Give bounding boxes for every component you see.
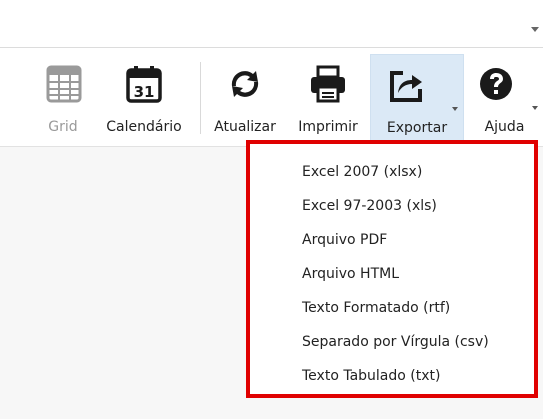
print-button[interactable]: Imprimir [288,54,368,142]
menu-item-txt[interactable]: Texto Tabulado (txt) [250,360,534,392]
grid-button-label: Grid [48,119,78,135]
ribbon-collapse-arrow-icon[interactable] [531,27,539,32]
menu-item-pdf[interactable]: Arquivo PDF [250,224,534,256]
menu-item-label: Texto Formatado (rtf) [302,300,451,316]
menu-item-label: Texto Tabulado (txt) [302,368,441,384]
grid-button[interactable]: Grid [36,54,90,142]
menu-item-label: Arquivo PDF [302,232,388,248]
menu-item-label: Excel 2007 (xlsx) [302,164,423,180]
calendar-button-label: Calendário [106,119,182,135]
menu-item-label: Excel 97-2003 (xls) [302,198,437,214]
help-dropdown-arrow-icon [532,106,538,110]
refresh-icon [231,71,259,97]
menu-item-label: Arquivo HTML [302,266,399,282]
toolbar-separator [200,62,201,134]
grid-icon [46,65,82,103]
help-button[interactable]: Ajuda [466,54,543,142]
export-icon [390,71,422,102]
export-button[interactable]: Exportar [370,54,464,144]
toolbar: Grid 31 Calendário Atualizar Imprimir Ex… [0,48,543,147]
calendar-icon: 31 [126,66,162,103]
menu-item-xls[interactable]: Excel 97-2003 (xls) [250,190,534,222]
printer-icon [311,65,345,103]
menu-item-csv[interactable]: Separado por Vírgula (csv) [250,326,534,358]
help-button-label: Ajuda [484,119,525,135]
export-dropdown-menu: Excel 2007 (xlsx) Excel 97-2003 (xls) Ar… [246,140,538,398]
ribbon-header [0,0,543,48]
menu-item-label: Separado por Vírgula (csv) [302,334,489,350]
help-icon [480,68,512,100]
calendar-button[interactable]: 31 Calendário [94,54,194,142]
export-dropdown-arrow-icon [452,107,458,111]
export-button-label: Exportar [386,120,448,136]
menu-item-xlsx[interactable]: Excel 2007 (xlsx) [250,156,534,188]
print-button-label: Imprimir [298,119,358,135]
menu-item-rtf[interactable]: Texto Formatado (rtf) [250,292,534,324]
refresh-button-label: Atualizar [214,119,276,135]
menu-item-html[interactable]: Arquivo HTML [250,258,534,290]
calendar-day-text: 31 [134,83,155,101]
refresh-button[interactable]: Atualizar [206,54,284,142]
